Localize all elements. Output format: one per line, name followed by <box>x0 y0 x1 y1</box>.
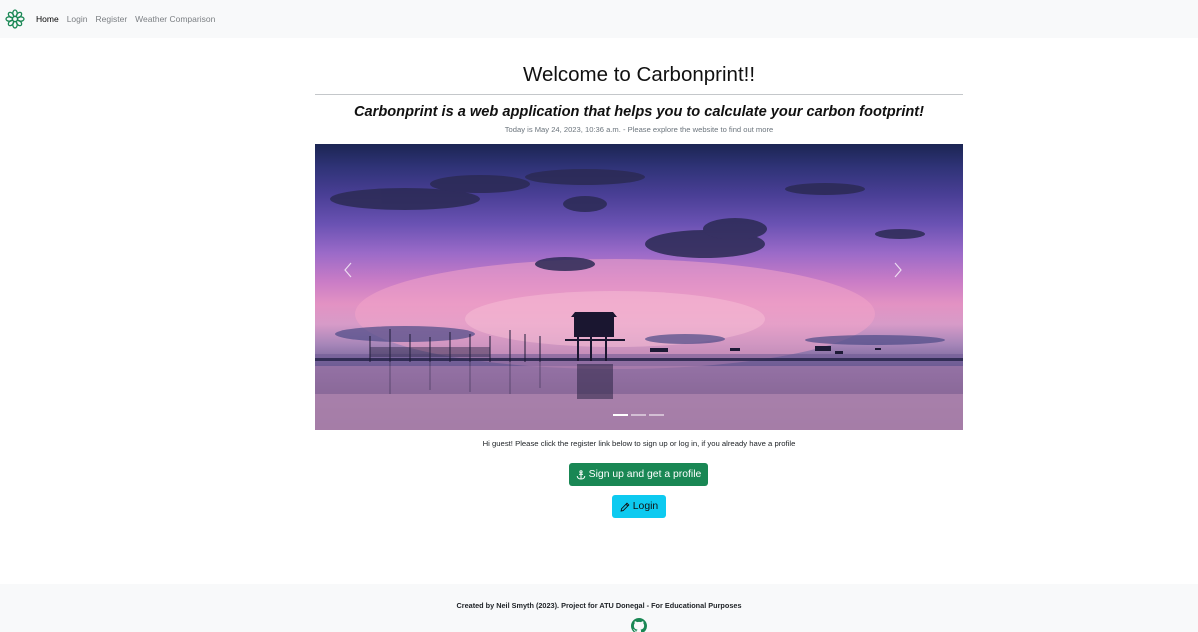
footer-credits: Created by Neil Smyth (2023). Project fo… <box>456 601 742 610</box>
navbar: Home Login Register Weather Comparison <box>0 0 1198 38</box>
nav-home-link[interactable]: Home <box>36 14 59 24</box>
signup-button-label: Sign up and get a profile <box>588 469 702 480</box>
guest-message: Hi guest! Please click the register link… <box>482 439 796 448</box>
nav-login-link[interactable]: Login <box>67 14 88 24</box>
carousel-slide-image <box>315 169 963 430</box>
title-divider <box>315 94 963 95</box>
carousel-indicator-2[interactable] <box>631 414 646 416</box>
footer: Created by Neil Smyth (2023). Project fo… <box>0 584 1198 632</box>
chevron-right-icon <box>894 262 902 278</box>
image-carousel <box>315 144 963 430</box>
anchor-icon <box>576 469 586 480</box>
signup-button[interactable]: Sign up and get a profile <box>569 463 708 486</box>
nav-weather-comparison-link[interactable]: Weather Comparison <box>135 14 215 24</box>
main-content: Welcome to Carbonprint!! Carbonprint is … <box>315 38 963 135</box>
page-subtitle: Carbonprint is a web application that he… <box>353 104 925 120</box>
pencil-icon <box>620 502 630 512</box>
carousel-indicator-1[interactable] <box>613 414 628 416</box>
carousel-prev-button[interactable] <box>343 262 383 312</box>
chevron-left-icon <box>344 262 352 278</box>
carousel-indicators <box>613 414 664 416</box>
nav-register-link[interactable]: Register <box>96 14 128 24</box>
login-button-label: Login <box>632 501 659 512</box>
carousel-next-button[interactable] <box>893 262 933 312</box>
carousel-indicator-3[interactable] <box>649 414 664 416</box>
github-icon[interactable] <box>631 618 647 632</box>
brand-logo-icon[interactable] <box>5 9 25 29</box>
page-title: Welcome to Carbonprint!! <box>522 63 756 86</box>
date-line: Today is May 24, 2023, 10:36 a.m. - Plea… <box>504 125 774 134</box>
login-button[interactable]: Login <box>612 495 666 518</box>
